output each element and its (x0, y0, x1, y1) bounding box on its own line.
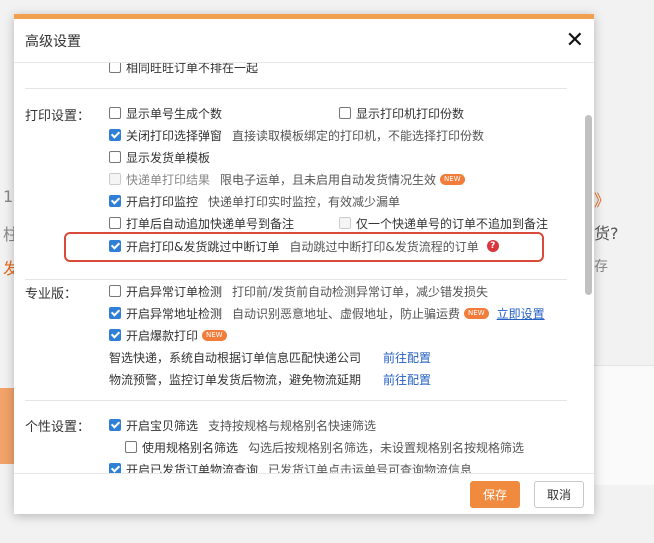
checkbox[interactable] (109, 195, 121, 207)
section-divider (25, 88, 567, 89)
option-label: 打单后自动追加快递单号到备注 (126, 216, 295, 231)
checkbox[interactable] (339, 107, 351, 119)
option-hot-item-print[interactable]: 开启爆款打印 NEW (109, 326, 227, 344)
option-label: 快递单打印结果 (126, 172, 211, 187)
pro-settings-label: 专业版： (25, 287, 78, 302)
smart-express-text: 智选快递，系统自动根据订单信息匹配快递公司 (109, 350, 362, 365)
option-description: 打印前/发货前自动检测异常订单，减少错发损失 (232, 284, 489, 299)
background-text: 存 (594, 259, 608, 275)
option-skip-interrupted-orders[interactable]: 开启打印&发货跳过中断订单 自动跳过中断打印&发货流程的订单 ? (109, 237, 499, 255)
scrollbar[interactable] (585, 63, 592, 473)
dialog-body: 相同旺旺订单不排在一起 打印设置： 显示单号生成个数 显示打印机打印份数 关闭打… (14, 63, 594, 473)
option-abnormal-order-detect[interactable]: 开启异常订单检测 打印前/发货前自动检测异常订单，减少错发损失 (109, 282, 488, 300)
background-panel (594, 365, 654, 485)
option-label: 显示单号生成个数 (126, 106, 223, 121)
dialog-title: 高级设置 (25, 33, 81, 50)
option-label: 关闭打印选择弹窗 (126, 128, 223, 143)
option-label: 开启已发货订单物流查询 (126, 462, 259, 474)
option-label: 相同旺旺订单不排在一起 (126, 63, 259, 75)
dialog-header: 高级设置 ✕ (14, 19, 594, 63)
print-settings-label: 打印设置： (25, 109, 91, 124)
option-show-invoice-template[interactable]: 显示发货单模板 (109, 148, 210, 166)
option-description: 快递单打印实时监控，有效减少漏单 (208, 194, 401, 209)
checkbox[interactable] (125, 441, 137, 453)
option-show-printer-copies[interactable]: 显示打印机打印份数 (339, 104, 464, 122)
help-icon[interactable]: ? (486, 240, 499, 252)
close-icon[interactable]: ✕ (566, 29, 584, 52)
checkbox[interactable] (109, 217, 121, 229)
checkbox[interactable] (109, 463, 121, 473)
option-label: 显示发货单模板 (126, 150, 211, 165)
checkbox[interactable] (109, 107, 121, 119)
option-label: 仅一个快递单号的订单不追加到备注 (356, 216, 549, 231)
checkbox[interactable] (109, 63, 121, 73)
new-badge: NEW (440, 173, 465, 185)
option-description: 已发货订单点击运单号可查询物流信息 (268, 462, 473, 474)
option-label: 开启异常订单检测 (126, 284, 223, 299)
new-badge: NEW (464, 307, 489, 319)
logistics-alert-row: 物流预警，监控订单发货后物流，避免物流延期 前往配置 (109, 370, 431, 388)
smart-express-row: 智选快递，系统自动根据订单信息匹配快递公司 前往配置 (109, 348, 431, 366)
background-text: 货? (594, 224, 619, 243)
option-description: 直接读取模板绑定的打印机，不能选择打印份数 (232, 128, 485, 143)
option-close-print-popup[interactable]: 关闭打印选择弹窗 直接读取模板绑定的打印机，不能选择打印份数 (109, 126, 484, 144)
background-text: 1 (3, 187, 14, 206)
option-append-waybill-to-remark[interactable]: 打单后自动追加快递单号到备注 (109, 214, 294, 232)
checkbox[interactable] (109, 419, 121, 431)
dialog-footer: 保存 取消 (14, 473, 594, 514)
checkbox[interactable] (109, 240, 121, 252)
option-description: 限电子运单，且未启用自动发货情况生效 (220, 172, 437, 187)
checkbox[interactable] (109, 151, 121, 163)
section-divider (25, 400, 567, 401)
option-abnormal-address-detect[interactable]: 开启异常地址检测 自动识别恶意地址、虚假地址，防止骗运费 NEW 立即设置 (109, 304, 545, 322)
option-same-wangwang-not-together[interactable]: 相同旺旺订单不排在一起 (109, 63, 258, 76)
option-description: 支持按规格与规格别名快速筛选 (208, 418, 377, 433)
go-configure-link[interactable]: 前往配置 (383, 349, 431, 366)
option-label: 使用规格别名筛选 (142, 440, 239, 455)
scrollbar-thumb[interactable] (585, 115, 592, 295)
option-label: 显示打印机打印份数 (356, 106, 465, 121)
option-single-waybill-no-append: 仅一个快递单号的订单不追加到备注 (339, 214, 548, 232)
option-label: 开启打印监控 (126, 194, 199, 209)
cancel-button[interactable]: 取消 (534, 481, 584, 508)
logistics-alert-text: 物流预警，监控订单发货后物流，避免物流延期 (109, 372, 362, 387)
option-description: 自动跳过中断打印&发货流程的订单 (289, 239, 479, 254)
background-text: 》 (594, 191, 611, 210)
checkbox[interactable] (109, 307, 121, 319)
option-label: 开启宝贝筛选 (126, 418, 199, 433)
checkbox (109, 173, 121, 185)
option-shipped-logistics-query[interactable]: 开启已发货订单物流查询 已发货订单点击运单号可查询物流信息 (109, 460, 472, 473)
checkbox[interactable] (109, 285, 121, 297)
section-divider (25, 279, 567, 280)
option-print-monitor[interactable]: 开启打印监控 快递单打印实时监控，有效减少漏单 (109, 192, 400, 210)
setup-now-link[interactable]: 立即设置 (497, 305, 545, 322)
advanced-settings-dialog: 高级设置 ✕ 相同旺旺订单不排在一起 打印设置： 显示单号生成个数 显示打印机打… (14, 14, 594, 514)
option-item-filter[interactable]: 开启宝贝筛选 支持按规格与规格别名快速筛选 (109, 416, 376, 434)
option-label: 开启打印&发货跳过中断订单 (126, 239, 280, 254)
go-configure-link[interactable]: 前往配置 (383, 371, 431, 388)
save-button[interactable]: 保存 (470, 481, 520, 508)
option-description: 自动识别恶意地址、虚假地址，防止骗运费 (232, 306, 461, 321)
checkbox[interactable] (109, 129, 121, 141)
checkbox[interactable] (109, 329, 121, 341)
option-spec-alias-filter[interactable]: 使用规格别名筛选 勾选后按规格别名筛选，未设置规格别名按规格筛选 (125, 438, 524, 456)
background-orange-block (0, 388, 14, 464)
option-waybill-print-result: 快递单打印结果 限电子运单，且未启用自动发货情况生效 NEW (109, 170, 465, 188)
personal-settings-label: 个性设置： (25, 420, 91, 435)
new-badge: NEW (202, 329, 227, 341)
option-label: 开启爆款打印 (126, 328, 199, 343)
checkbox (339, 217, 351, 229)
option-label: 开启异常地址检测 (126, 306, 223, 321)
option-description: 勾选后按规格别名筛选，未设置规格别名按规格筛选 (248, 440, 525, 455)
option-show-waybill-count[interactable]: 显示单号生成个数 (109, 104, 222, 122)
